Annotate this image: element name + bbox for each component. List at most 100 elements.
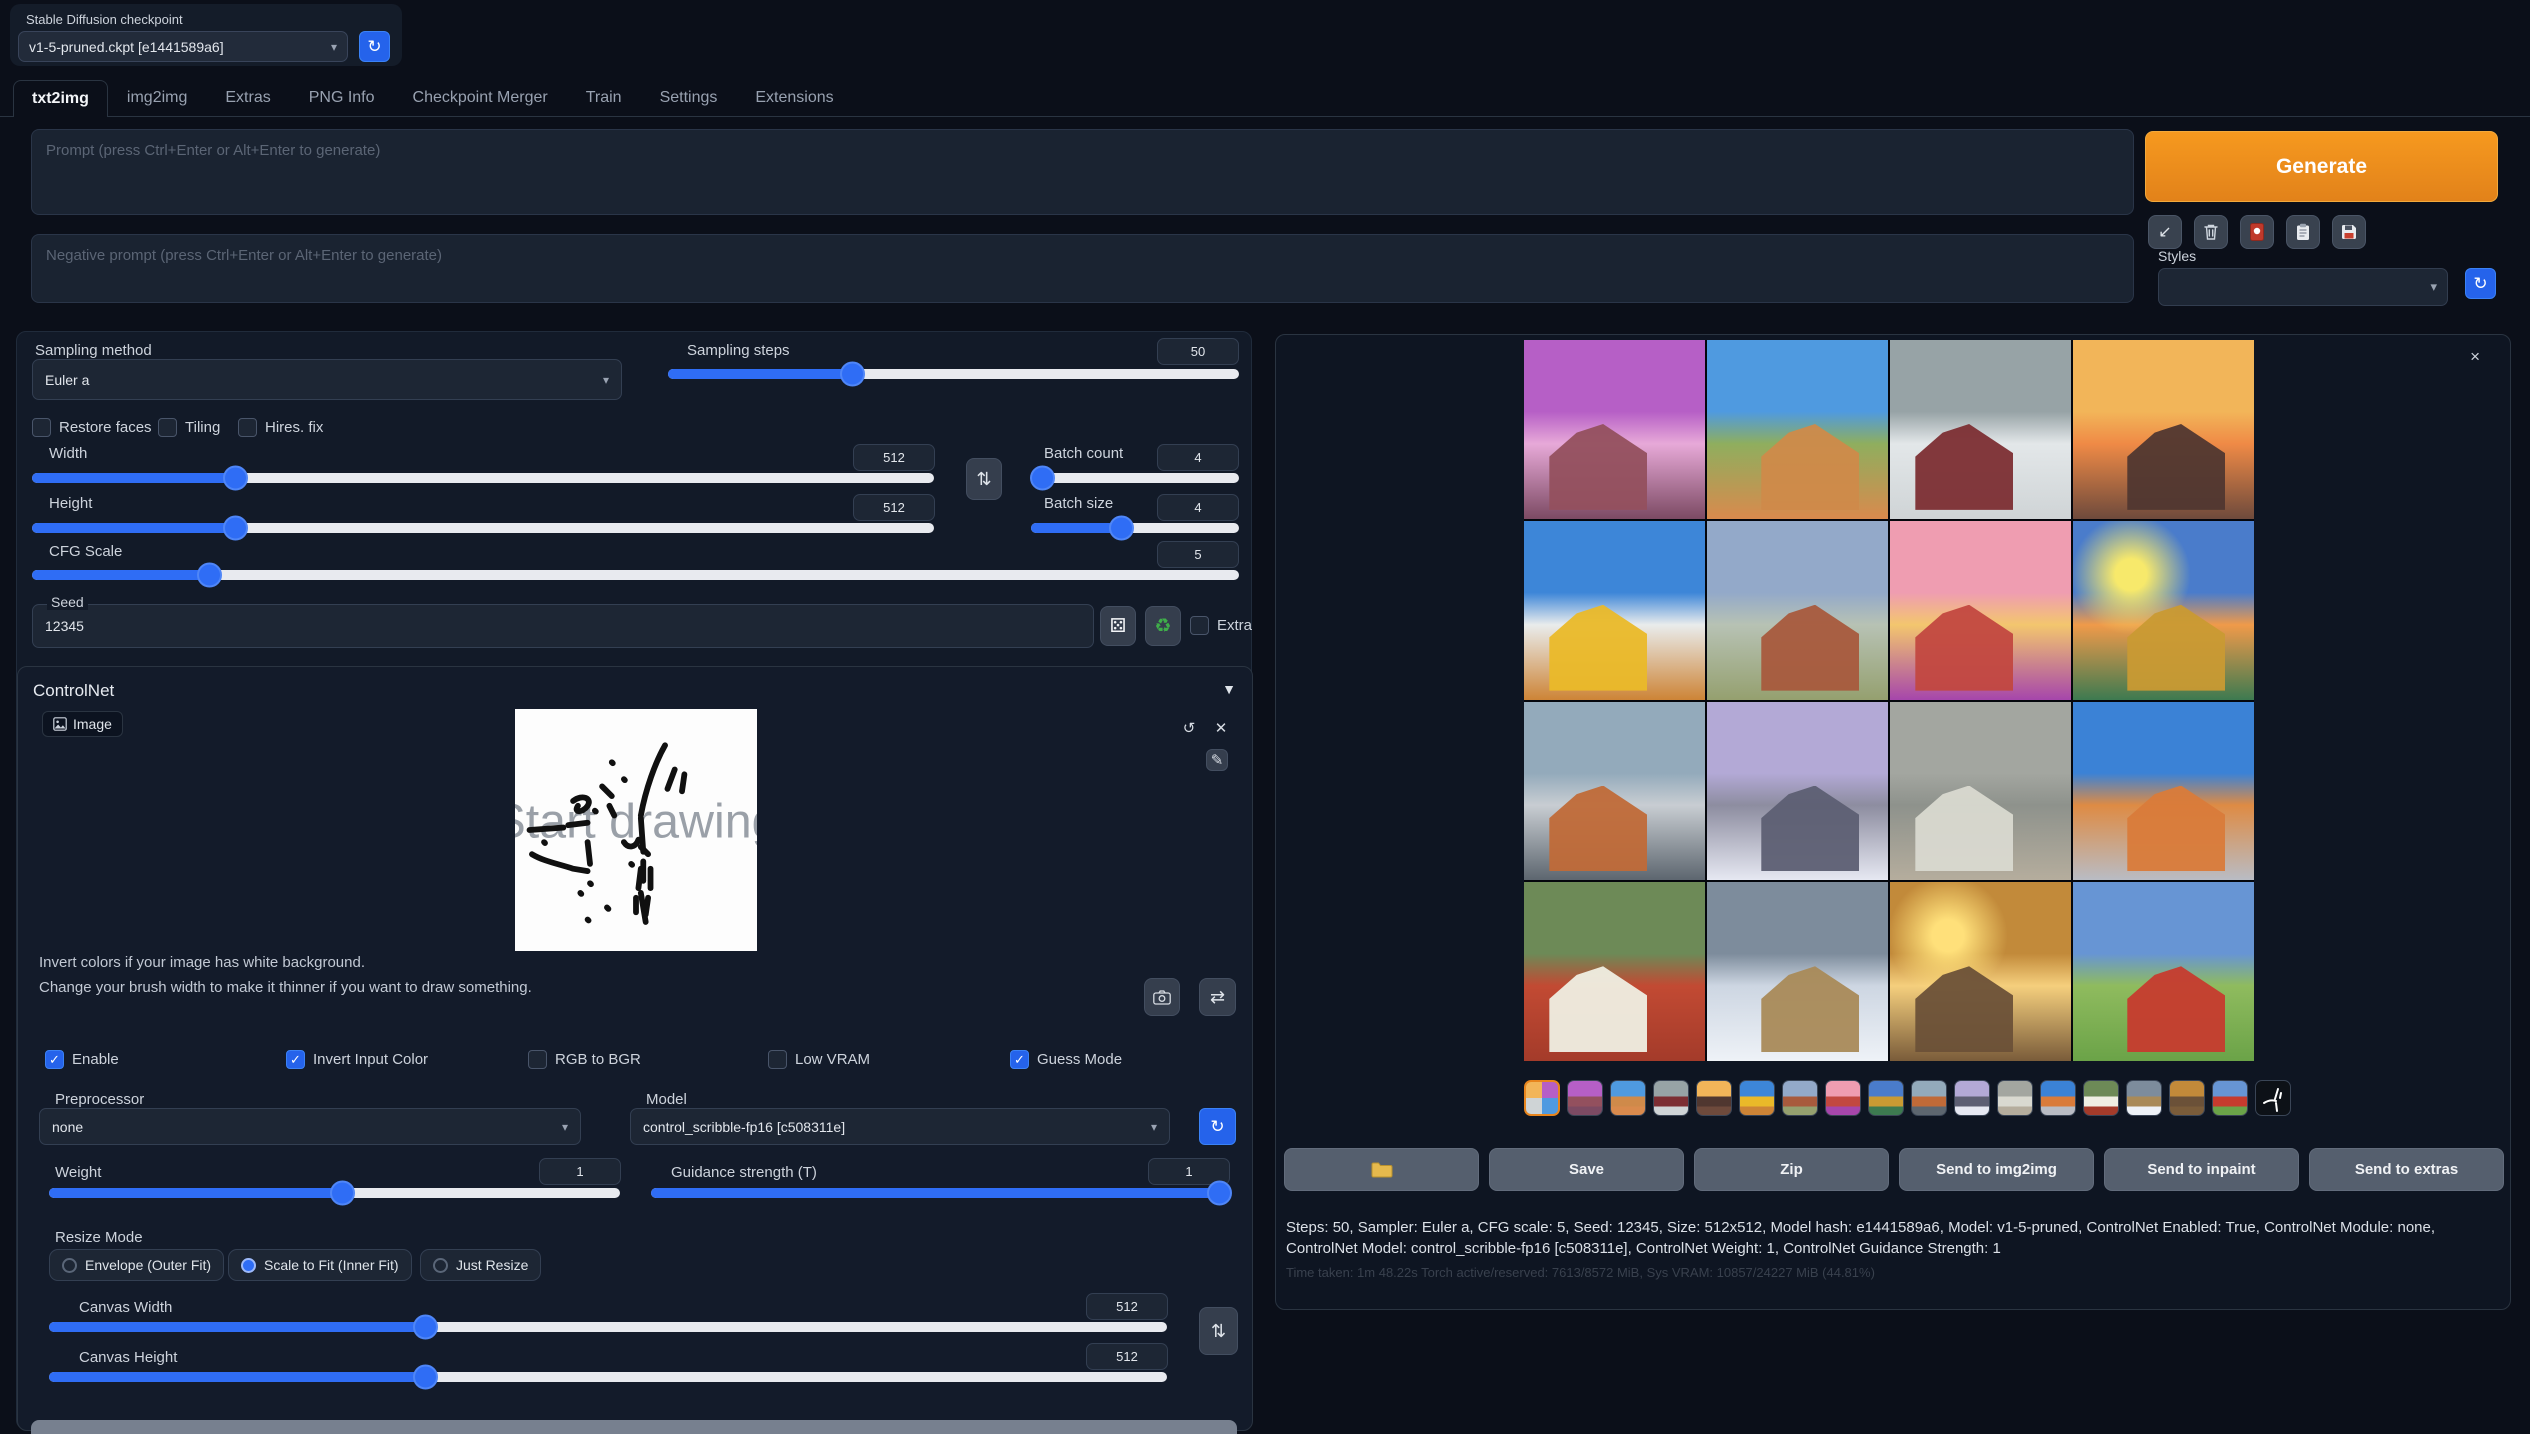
gallery-image[interactable] bbox=[1707, 340, 1888, 519]
swap-canvas-dimensions-button[interactable]: ⇅ bbox=[1199, 1307, 1238, 1355]
cfg-scale-slider[interactable] bbox=[32, 570, 1239, 580]
tab-train[interactable]: Train bbox=[567, 79, 641, 116]
tab-checkpoint-merger[interactable]: Checkpoint Merger bbox=[394, 79, 567, 116]
tiling-checkbox[interactable]: Tiling bbox=[158, 418, 220, 437]
rgb-to-bgr-checkbox[interactable]: RGB to BGR bbox=[528, 1050, 641, 1069]
low-vram-checkbox[interactable]: Low VRAM bbox=[768, 1050, 870, 1069]
tab-extras[interactable]: Extras bbox=[206, 79, 289, 116]
clear-image-button[interactable]: ✕ bbox=[1210, 717, 1232, 739]
undo-button[interactable]: ↺ bbox=[1178, 717, 1200, 739]
thumbnail[interactable] bbox=[1739, 1080, 1775, 1116]
sampling-steps-slider[interactable] bbox=[668, 369, 1239, 379]
negative-prompt-input[interactable] bbox=[31, 234, 2134, 303]
brush-button[interactable]: ✎ bbox=[1206, 749, 1228, 771]
gallery-image[interactable] bbox=[2073, 702, 2254, 881]
resize-scale-to-fit-radio[interactable]: Scale to Fit (Inner Fit) bbox=[228, 1249, 412, 1281]
save-style-button[interactable] bbox=[2332, 215, 2366, 249]
open-folder-button[interactable] bbox=[1284, 1148, 1479, 1191]
webcam-button[interactable] bbox=[1144, 978, 1180, 1016]
send-to-extras-button[interactable]: Send to extras bbox=[2309, 1148, 2504, 1191]
save-button[interactable]: Save bbox=[1489, 1148, 1684, 1191]
thumbnail[interactable] bbox=[2126, 1080, 2162, 1116]
send-to-inpaint-button[interactable]: Send to inpaint bbox=[2104, 1148, 2299, 1191]
batch-count-value[interactable]: 4 bbox=[1157, 444, 1239, 471]
canvas-height-slider[interactable] bbox=[49, 1372, 1167, 1382]
width-slider[interactable] bbox=[32, 473, 934, 483]
thumbnail[interactable] bbox=[1524, 1080, 1560, 1116]
thumbnail-scribble[interactable] bbox=[2255, 1080, 2291, 1116]
model-select[interactable]: control_scribble-fp16 [c508311e] ▾ bbox=[630, 1108, 1170, 1145]
controlnet-drawing-canvas[interactable]: Start drawing bbox=[515, 709, 757, 951]
generate-button[interactable]: Generate bbox=[2145, 131, 2498, 202]
gallery-image[interactable] bbox=[1890, 340, 2071, 519]
mirror-button[interactable]: ⇄ bbox=[1199, 978, 1236, 1016]
thumbnail[interactable] bbox=[1696, 1080, 1732, 1116]
guidance-strength-slider[interactable] bbox=[651, 1188, 1223, 1198]
checkpoint-select[interactable]: v1-5-pruned.ckpt [e1441589a6] ▾ bbox=[18, 31, 348, 62]
tab-extensions[interactable]: Extensions bbox=[736, 79, 852, 116]
prompt-input[interactable] bbox=[31, 129, 2134, 215]
styles-refresh-button[interactable]: ↻ bbox=[2465, 268, 2496, 299]
checkpoint-refresh-button[interactable]: ↻ bbox=[359, 31, 390, 62]
cfg-scale-value[interactable]: 5 bbox=[1157, 541, 1239, 568]
width-value[interactable]: 512 bbox=[853, 444, 935, 471]
gallery-image[interactable] bbox=[1890, 882, 2071, 1061]
thumbnail[interactable] bbox=[1954, 1080, 1990, 1116]
extra-seed-checkbox[interactable]: Extra bbox=[1190, 616, 1252, 635]
batch-count-slider[interactable] bbox=[1031, 473, 1239, 483]
resize-just-resize-radio[interactable]: Just Resize bbox=[420, 1249, 541, 1281]
thumbnail[interactable] bbox=[1610, 1080, 1646, 1116]
thumbnail[interactable] bbox=[2083, 1080, 2119, 1116]
thumbnail[interactable] bbox=[2040, 1080, 2076, 1116]
guess-mode-checkbox[interactable]: Guess Mode bbox=[1010, 1050, 1122, 1069]
reuse-seed-button[interactable]: ♻ bbox=[1145, 606, 1181, 646]
seed-input[interactable]: 12345 bbox=[32, 604, 1094, 648]
thumbnail[interactable] bbox=[1997, 1080, 2033, 1116]
gallery-image[interactable] bbox=[1524, 521, 1705, 700]
swap-dimensions-button[interactable]: ⇅ bbox=[966, 458, 1002, 500]
random-seed-button[interactable]: ⚄ bbox=[1100, 606, 1136, 646]
apply-styles-button[interactable] bbox=[2286, 215, 2320, 249]
send-to-img2img-button[interactable]: Send to img2img bbox=[1899, 1148, 2094, 1191]
thumbnail[interactable] bbox=[2169, 1080, 2205, 1116]
thumbnail[interactable] bbox=[1825, 1080, 1861, 1116]
gallery-image[interactable] bbox=[2073, 882, 2254, 1061]
create-canvas-button[interactable] bbox=[31, 1420, 1237, 1434]
thumbnail[interactable] bbox=[1782, 1080, 1818, 1116]
paste-params-button[interactable]: ↙ bbox=[2148, 215, 2182, 249]
gallery-image[interactable] bbox=[1707, 521, 1888, 700]
preprocessor-select[interactable]: none ▾ bbox=[39, 1108, 581, 1145]
resize-envelope-radio[interactable]: Envelope (Outer Fit) bbox=[49, 1249, 224, 1281]
thumbnail[interactable] bbox=[1653, 1080, 1689, 1116]
tab-txt2img[interactable]: txt2img bbox=[13, 80, 108, 117]
tab-img2img[interactable]: img2img bbox=[108, 79, 206, 116]
canvas-width-slider[interactable] bbox=[49, 1322, 1167, 1332]
invert-input-color-checkbox[interactable]: Invert Input Color bbox=[286, 1050, 428, 1069]
close-gallery-button[interactable]: × bbox=[2470, 347, 2480, 367]
height-slider[interactable] bbox=[32, 523, 934, 533]
controlnet-enable-checkbox[interactable]: Enable bbox=[45, 1050, 119, 1069]
thumbnail[interactable] bbox=[2212, 1080, 2248, 1116]
canvas-height-value[interactable]: 512 bbox=[1086, 1343, 1168, 1370]
sampling-method-select[interactable]: Euler a ▾ bbox=[32, 359, 622, 400]
hires-fix-checkbox[interactable]: Hires. fix bbox=[238, 418, 323, 437]
gallery-image[interactable] bbox=[1524, 702, 1705, 881]
thumbnail[interactable] bbox=[1911, 1080, 1947, 1116]
zip-button[interactable]: Zip bbox=[1694, 1148, 1889, 1191]
collapse-caret-icon[interactable]: ▼ bbox=[1222, 681, 1236, 697]
tab-png-info[interactable]: PNG Info bbox=[290, 79, 394, 116]
weight-slider[interactable] bbox=[49, 1188, 620, 1198]
canvas-width-value[interactable]: 512 bbox=[1086, 1293, 1168, 1320]
gallery-image[interactable] bbox=[1890, 521, 2071, 700]
gallery-image[interactable] bbox=[1707, 702, 1888, 881]
gallery-image[interactable] bbox=[2073, 340, 2254, 519]
batch-size-slider[interactable] bbox=[1031, 523, 1239, 533]
weight-value[interactable]: 1 bbox=[539, 1158, 621, 1185]
tab-settings[interactable]: Settings bbox=[641, 79, 737, 116]
model-refresh-button[interactable]: ↻ bbox=[1199, 1108, 1236, 1145]
gallery-image[interactable] bbox=[1524, 340, 1705, 519]
thumbnail[interactable] bbox=[1567, 1080, 1603, 1116]
styles-select[interactable]: ▾ bbox=[2158, 268, 2448, 306]
clear-prompt-button[interactable] bbox=[2194, 215, 2228, 249]
gallery-image[interactable] bbox=[1890, 702, 2071, 881]
